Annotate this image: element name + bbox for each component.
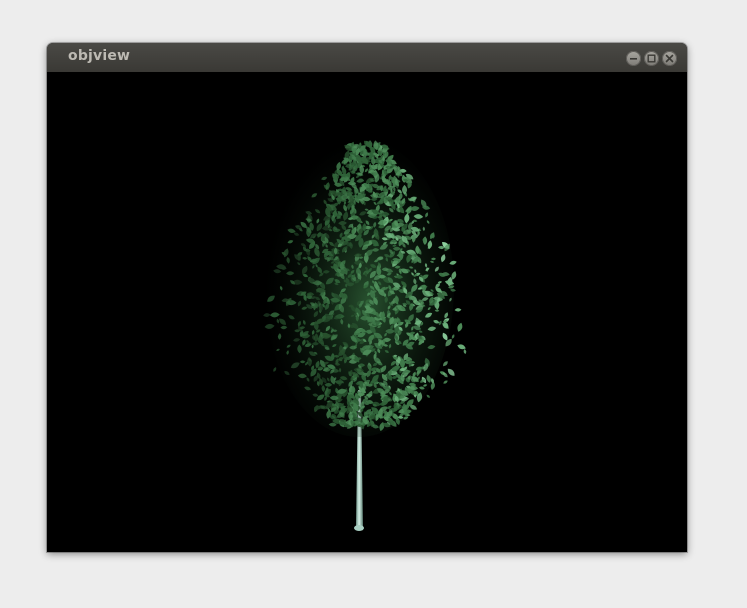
leaf bbox=[426, 394, 430, 398]
leaf bbox=[447, 368, 455, 376]
close-button[interactable] bbox=[662, 51, 677, 66]
minimize-button[interactable] bbox=[626, 51, 641, 66]
leaf bbox=[443, 380, 448, 384]
leaf bbox=[442, 361, 448, 367]
maximize-icon bbox=[647, 54, 656, 63]
minimize-icon bbox=[630, 58, 637, 60]
leaf bbox=[454, 308, 462, 312]
window-title: objview bbox=[68, 48, 131, 64]
3d-viewport[interactable] bbox=[47, 72, 687, 552]
objview-window: objview bbox=[47, 43, 687, 552]
leaf bbox=[463, 349, 467, 355]
leaf bbox=[457, 344, 466, 350]
title-bar[interactable]: objview bbox=[47, 43, 687, 73]
window-controls bbox=[626, 51, 677, 66]
tree-model bbox=[263, 137, 467, 531]
leaf bbox=[442, 372, 448, 378]
leaf bbox=[273, 367, 277, 372]
leaf bbox=[451, 334, 455, 339]
maximize-button[interactable] bbox=[644, 51, 659, 66]
close-icon bbox=[665, 54, 674, 63]
leaf bbox=[457, 322, 463, 332]
